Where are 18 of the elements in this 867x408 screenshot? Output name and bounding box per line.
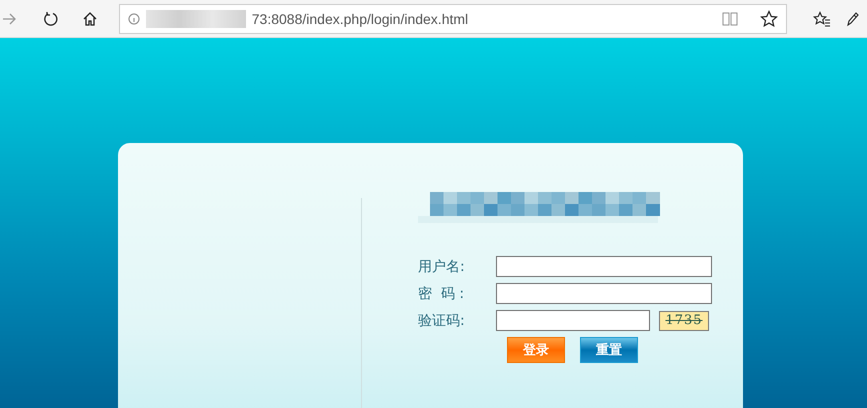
field-label: 密 码 : (418, 284, 466, 302)
captcha-image[interactable]: 1735 (659, 310, 709, 330)
reset-button[interactable]: 重置 (580, 337, 638, 363)
forward-arrow-icon (2, 12, 16, 26)
favorites-icon (813, 10, 832, 26)
home-icon (82, 10, 98, 26)
pen-icon (845, 10, 860, 26)
field-label: 用户名: (418, 258, 466, 276)
star-icon[interactable] (760, 10, 778, 28)
username-field[interactable] (496, 256, 712, 277)
reading-view-icon[interactable] (722, 12, 738, 26)
url-text: 73:8088/index.php/login/index.html (252, 10, 470, 26)
password-field[interactable] (496, 283, 712, 304)
refresh-icon (42, 10, 59, 26)
captcha-field[interactable] (496, 310, 650, 331)
info-icon (128, 12, 140, 24)
address-bar[interactable]: 73:8088/index.php/login/index.html (118, 4, 788, 34)
field-label: 验证码: (418, 312, 466, 330)
